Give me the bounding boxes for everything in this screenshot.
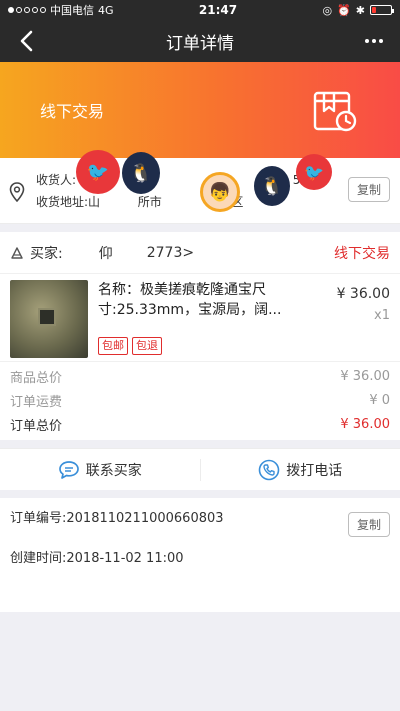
call-phone-label: 拨打电话: [286, 462, 343, 479]
action-bar: 联系买家 拨打电话: [0, 448, 400, 490]
order-total-value: ¥ 36.00: [340, 416, 390, 432]
product-price: ¥ 36.00: [336, 286, 390, 302]
network-label: 4G: [98, 3, 114, 17]
section-gap: [0, 224, 400, 232]
chat-bubble-icon: [58, 460, 79, 479]
bluetooth-icon: ✱: [355, 3, 365, 17]
contact-buyer-button[interactable]: 联系买家: [0, 460, 200, 480]
product-quantity: x1: [374, 308, 390, 323]
order-card: 买家: 仰 2773> 线下交易 名称：极美搓痕乾隆通宝尺寸:25.33mm，宝…: [0, 232, 400, 440]
bird-face-icon: 🐦: [304, 162, 324, 182]
phone-icon: [258, 459, 280, 480]
buyer-label: 买家:: [30, 245, 63, 262]
product-tags: 包邮 包退: [98, 337, 390, 355]
sticker-penguin: 🐧: [122, 152, 160, 194]
goods-total-row: 商品总价 ¥ 36.00: [10, 364, 390, 388]
order-detail-screen: 中国电信 4G 21:47 ◎ ⏰ ✱ 订单详情 线下交易 收货人: 39 57…: [0, 0, 400, 711]
shop-icon: [11, 246, 23, 259]
banner-title: 线下交易: [40, 102, 105, 121]
sticker-bird: 🐦: [76, 150, 120, 194]
buyer-id: 2773>: [146, 244, 195, 261]
more-dots-icon: [365, 39, 369, 43]
address-section: 收货人: 39 57 收货地址:山 所市 区 复制 🐦 🐧 👦 🐧: [0, 150, 400, 224]
call-phone-button[interactable]: 拨打电话: [199, 458, 400, 481]
boy-face-icon: 👦: [208, 181, 232, 203]
copy-address-button[interactable]: 复制: [347, 177, 390, 202]
tag-free-return: 包退: [132, 337, 162, 355]
gift-clock-icon: [313, 91, 357, 132]
shipping-label: 订单运费: [10, 394, 63, 410]
more-button[interactable]: [360, 28, 388, 54]
rotation-lock-icon: ◎: [322, 3, 333, 17]
carrier-label: 中国电信: [50, 4, 94, 17]
section-gap: [0, 440, 400, 448]
penguin-icon: 🐧: [129, 162, 153, 184]
address-middle: 所市: [137, 194, 162, 209]
top-bar: 中国电信 4G 21:47 ◎ ⏰ ✱ 订单详情: [0, 0, 400, 62]
goods-total-label: 商品总价: [10, 370, 63, 386]
contact-buyer-label: 联系买家: [85, 462, 142, 479]
alarm-icon: ⏰: [337, 3, 351, 17]
receiver-label: 收货人:: [36, 172, 77, 187]
product-thumbnail: [10, 280, 88, 358]
status-banner: 线下交易: [0, 62, 400, 158]
status-time: 21:47: [198, 3, 238, 17]
section-gap: [0, 490, 400, 498]
sticker-bird-2: 🐦: [296, 154, 332, 190]
price-summary: 商品总价 ¥ 36.00 订单运费 ¥ 0 订单总价 ¥ 36.00: [0, 362, 400, 440]
sticker-penguin-2: 🐧: [254, 166, 290, 206]
buyer-row[interactable]: 买家: 仰 2773> 线下交易: [0, 232, 400, 274]
buyer-info: 买家: 仰 2773>: [10, 243, 194, 263]
order-created-time: 创建时间:2018-11-02 11:00: [10, 551, 184, 566]
nav-bar: 订单详情: [0, 20, 400, 62]
order-total-label: 订单总价: [10, 418, 63, 434]
order-info-section: 订单编号:2018110211000660803 创建时间:2018-11-02…: [0, 498, 400, 612]
goods-total-value: ¥ 36.00: [340, 368, 390, 384]
location-pin-icon: [9, 182, 25, 202]
tag-free-shipping: 包邮: [98, 337, 128, 355]
bird-face-icon: 🐦: [86, 161, 110, 183]
shipping-row: 订单运费 ¥ 0: [10, 388, 390, 412]
signal-icon: [8, 7, 46, 13]
status-right: ◎ ⏰ ✱: [322, 3, 394, 17]
product-price-block: ¥ 36.00 x1: [337, 286, 390, 323]
product-item[interactable]: 名称：极美搓痕乾隆通宝尺寸:25.33mm，宝源局，阔... 包邮 包退 ¥ 3…: [0, 274, 400, 362]
status-left: 中国电信 4G: [8, 2, 114, 18]
order-total-row: 订单总价 ¥ 36.00: [10, 412, 390, 436]
chevron-left-icon: [20, 30, 33, 52]
trade-status: 线下交易: [334, 245, 390, 262]
buyer-name: 仰: [98, 245, 113, 262]
sticker-boy: 👦: [200, 172, 240, 212]
coin-hole: [38, 308, 56, 326]
page-title: 订单详情: [166, 33, 234, 54]
battery-icon: [369, 5, 394, 15]
status-bar: 中国电信 4G 21:47 ◎ ⏰ ✱: [0, 0, 400, 20]
copy-order-number-button[interactable]: 复制: [347, 512, 390, 537]
penguin-icon: 🐧: [260, 175, 284, 197]
back-button[interactable]: [12, 27, 40, 55]
shipping-value: ¥ 0: [369, 392, 390, 408]
order-number: 订单编号:2018110211000660803: [10, 511, 224, 526]
address-label: 收货地址:山: [36, 194, 101, 209]
